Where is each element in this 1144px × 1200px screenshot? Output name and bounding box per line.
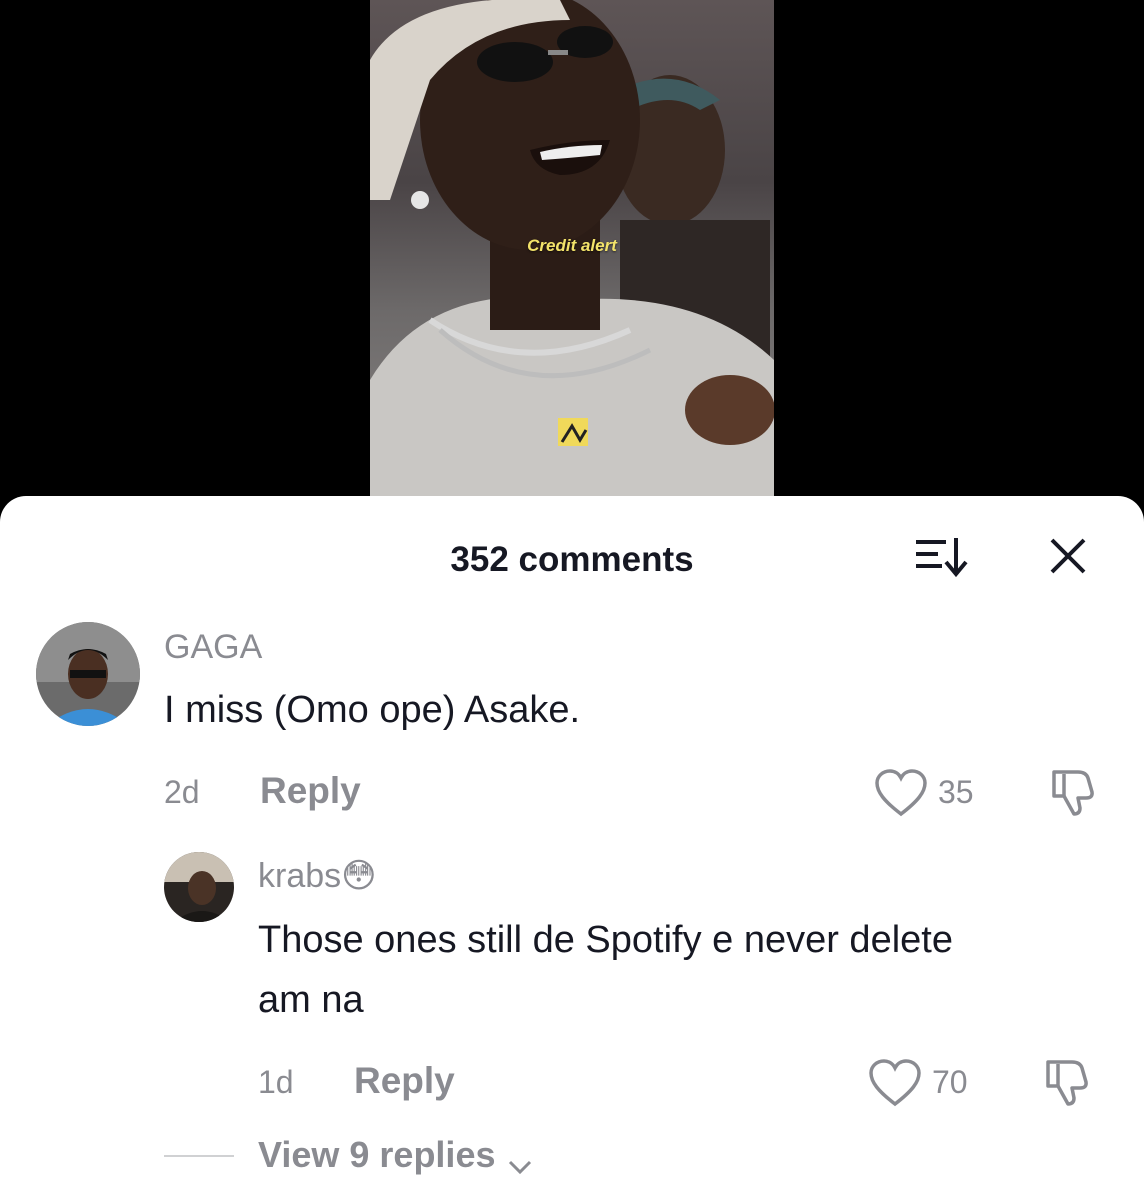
dislike-icon[interactable] [1048, 766, 1100, 818]
flushed-emoji: 😳 [341, 857, 377, 895]
dislike-icon[interactable] [1042, 1056, 1094, 1108]
view-replies-label: View 9 replies [258, 1134, 496, 1175]
comments-count-title: 352 comments [450, 540, 694, 579]
like-count: 35 [938, 774, 974, 810]
view-replies-divider [164, 1155, 234, 1157]
video-player[interactable]: Credit alert [0, 0, 1144, 520]
like-count: 70 [932, 1064, 968, 1100]
video-frame[interactable]: Credit alert [370, 0, 774, 520]
reply-text-line-2: am na [258, 979, 364, 1021]
comment-time: 2d [164, 774, 200, 810]
reply-time: 1d [258, 1064, 294, 1100]
comment-username[interactable]: GAGA [164, 628, 262, 667]
comment-text: I miss (Omo ope) Asake. [164, 689, 581, 731]
video-still-image [370, 0, 774, 520]
comments-sheet [0, 496, 1144, 1200]
close-icon[interactable] [1046, 534, 1090, 578]
reply-text: Those ones still de Spotify e never dele… [258, 910, 953, 1030]
reply-button[interactable]: Reply [354, 1060, 455, 1102]
avatar-gaga[interactable] [36, 622, 140, 726]
view-replies-button[interactable]: View 9 replies [258, 1134, 534, 1176]
heart-icon[interactable] [874, 768, 928, 818]
reply-username[interactable]: krabs😳 [258, 856, 377, 896]
avatar-krabs[interactable] [164, 852, 234, 922]
heart-icon[interactable] [868, 1058, 922, 1108]
reply-username-text: krabs [258, 857, 342, 895]
reply-button[interactable]: Reply [260, 770, 361, 812]
video-caption: Credit alert [527, 236, 617, 255]
sort-icon[interactable] [912, 534, 968, 578]
chevron-down-icon [506, 1145, 534, 1175]
reply-text-line-1: Those ones still de Spotify e never dele… [258, 919, 953, 961]
